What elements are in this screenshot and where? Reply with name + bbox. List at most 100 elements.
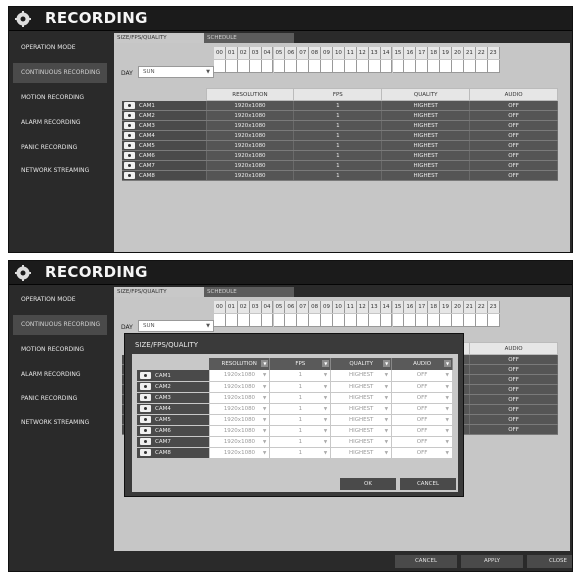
fps-cell[interactable]: 1 ▼	[269, 425, 332, 437]
fps-cell[interactable]: 1 ▼	[269, 392, 332, 404]
ok-button[interactable]: OK	[340, 478, 396, 490]
chevron-down-icon[interactable]: ▼	[446, 404, 449, 415]
chevron-down-icon[interactable]: ▼	[322, 360, 330, 367]
hour-slot[interactable]	[225, 60, 238, 73]
hour-slot[interactable]	[237, 314, 250, 327]
hour-cell[interactable]: 02	[237, 301, 250, 327]
hour-cell[interactable]: 18	[428, 47, 441, 73]
sidebar-item-panic-recording[interactable]: PANIC RECORDING	[13, 138, 107, 158]
hour-cell[interactable]: 05	[273, 301, 286, 327]
hour-cell[interactable]: 03	[249, 47, 262, 73]
column-header-quality[interactable]: QUALITY ▼	[330, 358, 393, 370]
chevron-down-icon[interactable]: ▼	[385, 415, 388, 426]
hour-slot[interactable]	[297, 60, 310, 73]
hour-slot[interactable]	[285, 60, 298, 73]
hour-cell[interactable]: 04	[261, 301, 274, 327]
hour-cell[interactable]: 18	[428, 301, 441, 327]
sidebar-item-motion-recording[interactable]: MOTION RECORDING	[13, 88, 107, 108]
sidebar-item-panic-recording[interactable]: PANIC RECORDING	[13, 389, 107, 409]
hour-slot[interactable]	[440, 60, 452, 73]
fps-cell[interactable]: 1 ▼	[269, 436, 332, 448]
hour-cell[interactable]: 17	[416, 47, 429, 73]
hour-cell[interactable]: 07	[297, 301, 310, 327]
hour-cell[interactable]: 12	[356, 301, 369, 327]
hour-cell[interactable]: 21	[463, 47, 476, 73]
chevron-down-icon[interactable]: ▼	[385, 448, 388, 459]
chevron-down-icon[interactable]: ▼	[324, 448, 327, 459]
chevron-down-icon[interactable]: ▼	[263, 382, 266, 393]
sidebar-item-continuous-recording[interactable]: CONTINUOUS RECORDING	[13, 315, 107, 335]
column-header-resolution[interactable]: RESOLUTION ▼	[209, 358, 271, 370]
hour-slot[interactable]	[368, 60, 381, 73]
audio-cell[interactable]: OFF ▼	[391, 381, 453, 393]
hour-slot[interactable]	[249, 314, 262, 327]
chevron-down-icon[interactable]: ▼	[385, 437, 388, 448]
hour-cell[interactable]: 13	[368, 47, 381, 73]
chevron-down-icon[interactable]: ▼	[263, 415, 266, 426]
hour-slot[interactable]	[368, 314, 381, 327]
chevron-down-icon[interactable]: ▼	[385, 426, 388, 437]
hour-slot[interactable]	[428, 314, 441, 327]
resolution-cell[interactable]: 1920x1080 ▼	[209, 381, 271, 393]
hour-cell[interactable]: 10	[333, 47, 345, 73]
hour-cell[interactable]: 01	[225, 301, 238, 327]
sidebar-item-motion-recording[interactable]: MOTION RECORDING	[13, 340, 107, 360]
hour-slot[interactable]	[261, 60, 274, 73]
hour-cell[interactable]: 03	[249, 301, 262, 327]
hour-cell[interactable]: 09	[321, 301, 333, 327]
column-header-fps[interactable]: FPS ▼	[269, 358, 332, 370]
chevron-down-icon[interactable]: ▼	[324, 404, 327, 415]
hour-cell[interactable]: 08	[309, 301, 322, 327]
hour-cell[interactable]: 15	[392, 47, 405, 73]
chevron-down-icon[interactable]: ▼	[263, 393, 266, 404]
day-select[interactable]: SUN ▼	[138, 66, 214, 78]
quality-cell[interactable]: HIGHEST ▼	[330, 403, 393, 415]
chevron-down-icon[interactable]: ▼	[385, 393, 388, 404]
tab-size-fps-quality[interactable]: SIZE/FPS/QUALITY	[114, 33, 204, 43]
hour-cell[interactable]: 07	[297, 47, 310, 73]
hour-cell[interactable]: 15	[392, 301, 405, 327]
chevron-down-icon[interactable]: ▼	[324, 382, 327, 393]
quality-cell[interactable]: HIGHEST ▼	[330, 414, 393, 426]
chevron-down-icon[interactable]: ▼	[446, 382, 449, 393]
close-button[interactable]: CLOSE	[527, 555, 572, 568]
hour-cell[interactable]: 11	[344, 301, 357, 327]
chevron-down-icon[interactable]: ▼	[446, 415, 449, 426]
hour-cell[interactable]: 14	[380, 301, 393, 327]
quality-cell[interactable]: HIGHEST ▼	[330, 425, 393, 437]
hour-cell[interactable]: 22	[475, 47, 488, 73]
audio-cell[interactable]: OFF ▼	[391, 370, 453, 382]
sidebar-item-continuous-recording[interactable]: CONTINUOUS RECORDING	[13, 63, 107, 83]
hour-slot[interactable]	[333, 60, 345, 73]
resolution-cell[interactable]: 1920x1080 ▼	[209, 436, 271, 448]
sidebar-item-network-streaming[interactable]: NETWORK STREAMING	[13, 413, 107, 433]
hour-cell[interactable]: 21	[463, 301, 476, 327]
hour-slot[interactable]	[344, 314, 357, 327]
hour-cell[interactable]: 05	[273, 47, 286, 73]
hour-cell[interactable]: 00	[214, 301, 226, 327]
hour-slot[interactable]	[309, 60, 322, 73]
hour-slot[interactable]	[452, 60, 464, 73]
chevron-down-icon[interactable]: ▼	[385, 404, 388, 415]
fps-cell[interactable]: 1 ▼	[269, 414, 332, 426]
hour-slot[interactable]	[463, 314, 476, 327]
hour-slot[interactable]	[428, 60, 441, 73]
hour-slot[interactable]	[356, 60, 369, 73]
resolution-cell[interactable]: 1920x1080 ▼	[209, 403, 271, 415]
hour-slot[interactable]	[452, 314, 464, 327]
tab-schedule[interactable]: SCHEDULE	[204, 287, 294, 297]
hour-slot[interactable]	[416, 60, 429, 73]
chevron-down-icon[interactable]: ▼	[444, 360, 451, 367]
hour-slot[interactable]	[285, 314, 298, 327]
hour-cell[interactable]: 23	[487, 47, 500, 73]
chevron-down-icon[interactable]: ▼	[263, 426, 266, 437]
day-select[interactable]: SUN ▼	[138, 320, 214, 332]
chevron-down-icon[interactable]: ▼	[385, 382, 388, 393]
hour-slot[interactable]	[463, 60, 476, 73]
hour-cell[interactable]: 06	[285, 47, 298, 73]
hour-cell[interactable]: 23	[487, 301, 500, 327]
hour-slot[interactable]	[487, 60, 500, 73]
chevron-down-icon[interactable]: ▼	[385, 370, 388, 381]
chevron-down-icon[interactable]: ▼	[263, 370, 266, 381]
hour-slot[interactable]	[380, 60, 393, 73]
